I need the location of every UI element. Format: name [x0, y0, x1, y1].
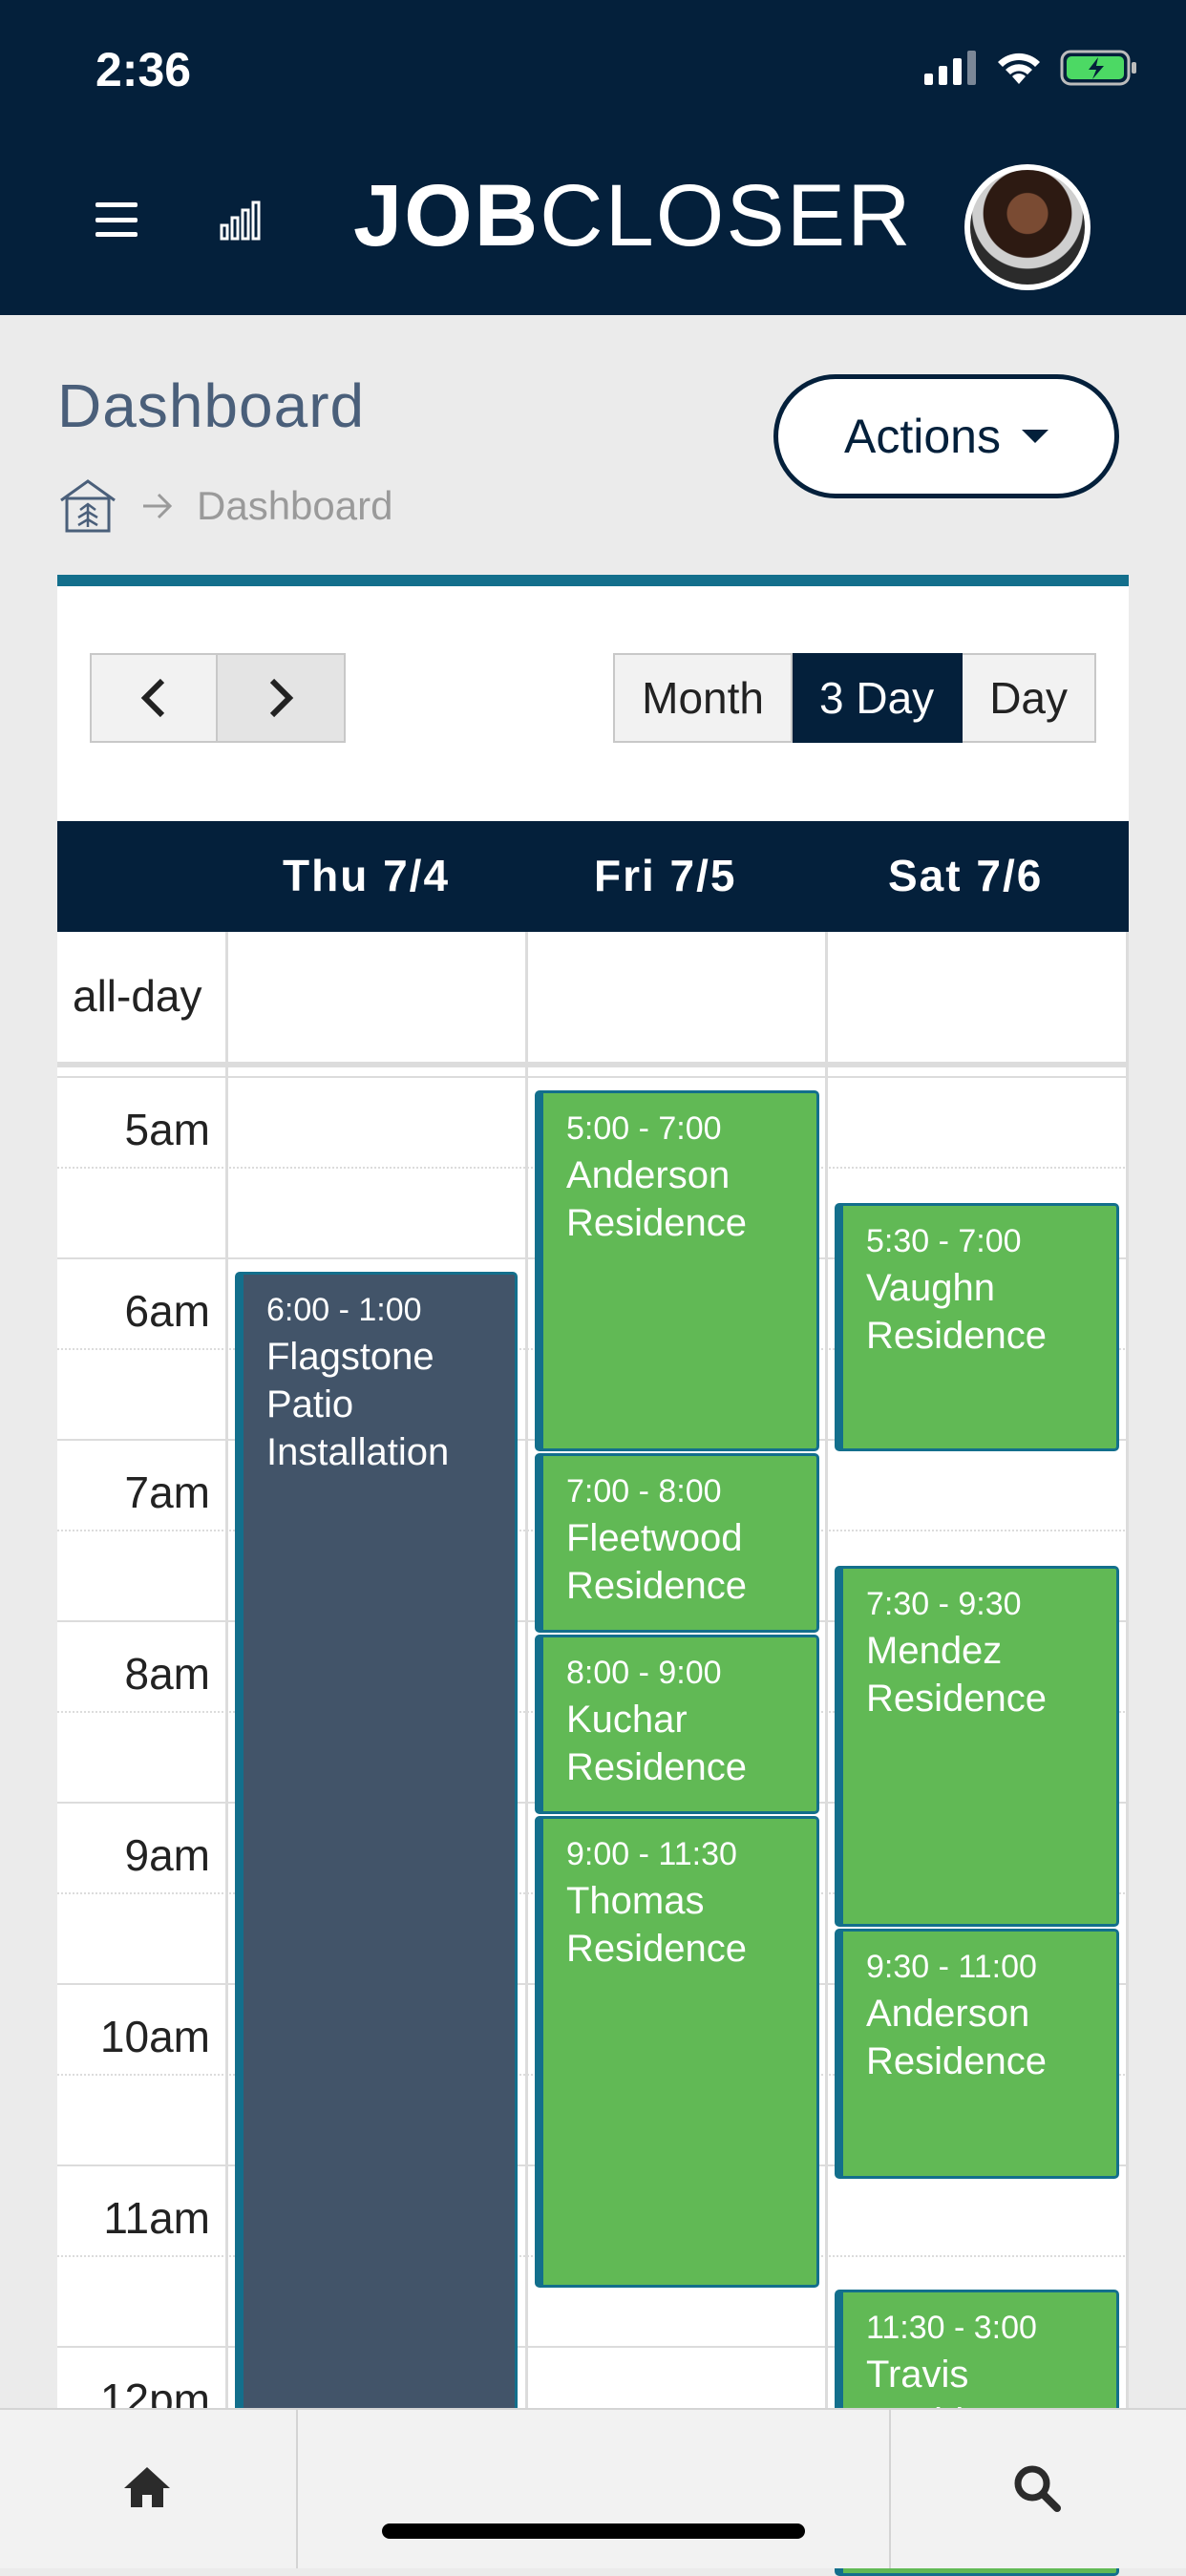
- prev-button[interactable]: [90, 653, 218, 743]
- event-time: 9:00 - 11:30: [566, 1836, 737, 1872]
- caret-down-icon: [1021, 430, 1048, 443]
- event-title: Anderson Residence: [866, 1993, 1048, 2082]
- day-header-thu: Thu 7/4: [283, 851, 451, 900]
- wifi-icon: [998, 53, 1040, 84]
- event-time: 8:00 - 9:00: [566, 1655, 722, 1691]
- actions-button[interactable]: Actions: [773, 374, 1119, 498]
- chevron-left-icon: [140, 678, 165, 718]
- view-day-button[interactable]: Day: [963, 653, 1096, 743]
- hour-label: 6am: [124, 1286, 210, 1336]
- date-nav: [90, 653, 346, 743]
- event-title: Flagstone Patio Installation: [266, 1336, 450, 1473]
- breadcrumb: Dashboard: [57, 477, 392, 535]
- day-header-sat: Sat 7/6: [888, 851, 1044, 900]
- event-time: 7:00 - 8:00: [566, 1473, 722, 1510]
- event-title: Vaughn Residence: [866, 1267, 1048, 1357]
- event-thomas[interactable]: 9:00 - 11:30 Thomas Residence: [535, 1816, 819, 2288]
- view-month-button[interactable]: Month: [613, 653, 794, 743]
- grid-col-divider: [825, 932, 828, 2515]
- status-icons: [924, 50, 1138, 86]
- event-time: 9:30 - 11:00: [866, 1949, 1037, 1985]
- status-time: 2:36: [95, 43, 192, 96]
- event-time: 5:30 - 7:00: [866, 1223, 1022, 1259]
- event-time: 5:00 - 7:00: [566, 1110, 722, 1147]
- allday-row: all-day: [57, 932, 1129, 1067]
- event-title: Thomas Residence: [566, 1880, 748, 1970]
- event-flagstone[interactable]: 6:00 - 1:00 Flagstone Patio Installation: [235, 1272, 518, 2532]
- allday-label: all-day: [73, 971, 202, 1021]
- hour-label: 11am: [103, 2193, 210, 2243]
- event-title: Mendez Residence: [866, 1630, 1048, 1720]
- bottom-nav-divider: [889, 2410, 891, 2568]
- event-fleetwood[interactable]: 7:00 - 8:00 Fleetwood Residence: [535, 1453, 819, 1633]
- user-avatar[interactable]: [964, 164, 1091, 290]
- chevron-right-icon: [269, 678, 294, 718]
- view-switcher: Month 3 Day Day: [613, 653, 1096, 743]
- day-header-row: Thu 7/4 Fri 7/5 Sat 7/6: [57, 821, 1129, 932]
- hamburger-icon[interactable]: [95, 202, 138, 237]
- actions-label: Actions: [844, 410, 1001, 463]
- bottom-nav: [0, 2408, 1186, 2568]
- hour-label: 5am: [124, 1105, 210, 1154]
- grid-col-divider: [225, 932, 228, 2515]
- hour-label: 9am: [124, 1830, 210, 1880]
- hour-label: 10am: [99, 2012, 210, 2061]
- home-icon[interactable]: [122, 2465, 172, 2509]
- event-vaughn[interactable]: 5:30 - 7:00 Vaughn Residence: [835, 1203, 1119, 1451]
- event-anderson-fri[interactable]: 5:00 - 7:00 Anderson Residence: [535, 1090, 819, 1451]
- battery-icon: [1060, 50, 1136, 86]
- arrow-right-icon: [143, 493, 173, 519]
- page-title: Dashboard: [57, 371, 366, 440]
- view-3day-button[interactable]: 3 Day: [793, 653, 964, 743]
- event-anderson-sat[interactable]: 9:30 - 11:00 Anderson Residence: [835, 1929, 1119, 2179]
- hour-label: 8am: [124, 1649, 210, 1699]
- home-building-icon[interactable]: [57, 477, 118, 535]
- app-logo: JOBCLOSER: [353, 167, 913, 264]
- next-button[interactable]: [218, 653, 346, 743]
- bottom-nav-divider: [296, 2410, 298, 2568]
- event-time: 11:30 - 3:00: [866, 2310, 1037, 2346]
- hour-line: [57, 1076, 1129, 1078]
- event-title: Kuchar Residence: [566, 1699, 748, 1788]
- signal-icon: [924, 51, 976, 85]
- event-mendez[interactable]: 7:30 - 9:30 Mendez Residence: [835, 1566, 1119, 1927]
- grid-col-divider: [525, 932, 528, 2515]
- home-indicator: [382, 2523, 805, 2539]
- hour-label: 7am: [124, 1467, 210, 1517]
- event-title: Fleetwood Residence: [566, 1517, 748, 1607]
- event-title: Anderson Residence: [566, 1154, 748, 1244]
- search-icon[interactable]: [1012, 2463, 1062, 2513]
- event-time: 7:30 - 9:30: [866, 1586, 1022, 1622]
- grid-col-divider: [1126, 932, 1129, 2515]
- breadcrumb-current: Dashboard: [197, 483, 393, 528]
- event-time: 6:00 - 1:00: [266, 1292, 422, 1328]
- app-header: 2:36 JOBCLOSER: [0, 0, 1186, 315]
- event-kuchar[interactable]: 8:00 - 9:00 Kuchar Residence: [535, 1635, 819, 1814]
- calendar-card: Month 3 Day Day Thu 7/4 Fri 7/5 Sat 7/6 …: [57, 575, 1129, 2576]
- bar-chart-icon[interactable]: [220, 199, 262, 241]
- day-header-fri: Fri 7/5: [594, 851, 737, 900]
